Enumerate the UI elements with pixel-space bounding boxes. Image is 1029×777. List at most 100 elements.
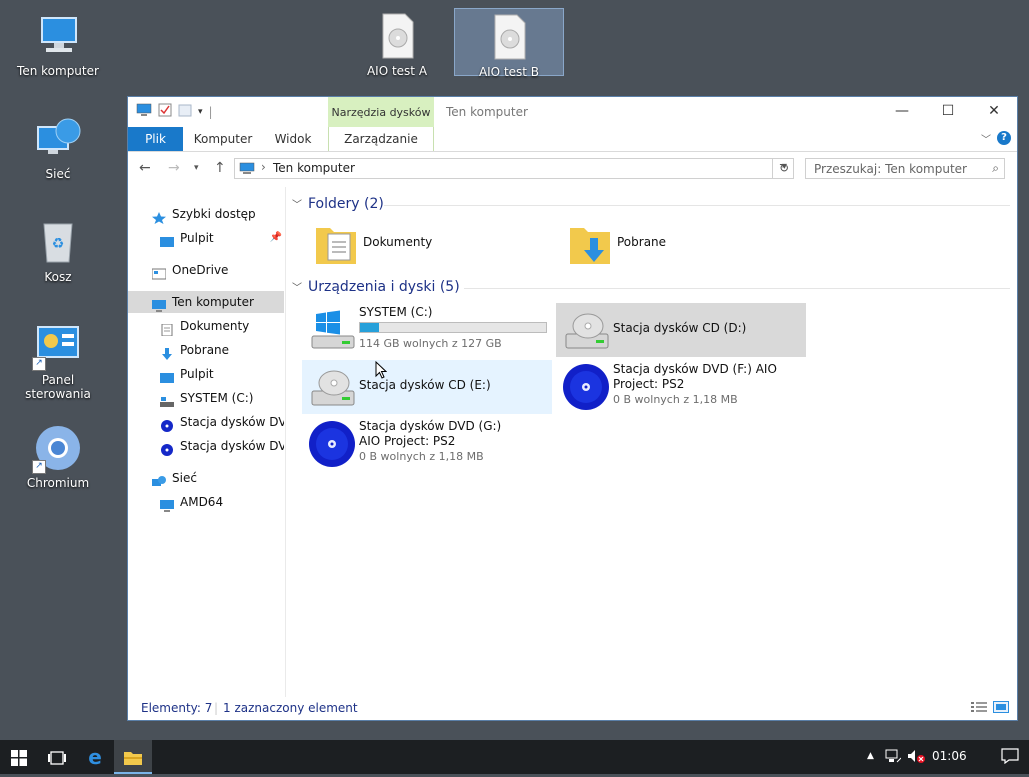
drive-tile-system-c[interactable]: SYSTEM (C:) 114 GB wolnych z 127 GB [302,303,552,357]
desktop-icon-label: Sieć [45,167,71,181]
drive-tile-cd-e[interactable]: Stacja dysków CD (E:) [302,360,552,414]
svg-text:♻: ♻ [52,236,65,252]
dvd-disc-icon [562,363,610,411]
dvd-disc-icon [160,441,174,456]
address-path: Ten komputer [273,161,355,175]
desktop-icon-chromium[interactable]: ↗ Chromium [13,424,103,490]
breadcrumb-chevron-icon[interactable]: › [261,160,266,174]
desktop-icon-network[interactable]: Sieć [13,115,103,181]
drive-tile-dvd-g[interactable]: Stacja dysków DVD (G:) AIO Project: PS2 … [302,417,552,471]
collapse-chevron-icon[interactable]: ﹀ [292,200,302,211]
maximize-button[interactable]: ☐ [925,97,971,127]
group-header-devices[interactable]: ﹀ Urządzenia i dyski (5) [292,279,460,295]
search-icon[interactable]: ⌕ [992,161,999,176]
nav-item-dvd-g[interactable]: Stacja dysków DVD [160,435,284,457]
desktop-icon-this-pc[interactable]: Ten komputer [13,12,103,78]
address-bar[interactable]: › Ten komputer ▾ [234,158,794,179]
control-panel-icon: ↗ [32,321,82,371]
desktop-folder-icon [160,233,174,247]
drive-tile-dvd-f[interactable]: Stacja dysków DVD (F:) AIO Project: PS2 … [556,360,806,414]
nav-item-network[interactable]: Sieć [152,467,197,489]
dvd-disc-icon [308,420,356,468]
desktop-icon-control-panel[interactable]: ↗ Panel sterowania [13,321,103,401]
tab-view[interactable]: Widok [268,127,318,151]
back-arrow-icon[interactable]: ← [139,160,151,176]
desktop-icon-label: Ten komputer [17,64,99,78]
drive-usage-fill [360,323,379,332]
nav-item-this-pc[interactable]: Ten komputer [128,291,284,313]
folder-tile-documents[interactable]: Dokumenty [306,217,556,271]
drive-tile-cd-d[interactable]: Stacja dysków CD (D:) [556,303,806,357]
desktop-folder-icon [160,369,174,383]
file-explorer-taskbar-button[interactable] [114,740,152,774]
network-icon [152,473,166,486]
customize-toolbar-icon[interactable]: ▾ [198,107,203,117]
details-view-icon[interactable] [971,701,987,716]
nav-item-desktop[interactable]: Pulpit [160,363,214,385]
tab-computer[interactable]: Komputer [188,127,258,151]
desktop-icon-label: Chromium [26,476,90,490]
documents-folder-icon [312,220,360,268]
refresh-icon[interactable]: ↻ [772,158,795,179]
properties-icon[interactable] [158,103,172,120]
edge-taskbar-button[interactable]: e [76,740,114,774]
dvd-disc-icon [160,417,174,432]
pin-icon: 📌 [269,232,282,243]
search-box[interactable]: ⌕ [805,158,1005,179]
computer-icon [152,297,166,312]
help-button[interactable]: ? [997,131,1011,145]
tile-detail: 114 GB wolnych z 127 GB [359,337,502,350]
collapse-chevron-icon[interactable]: ﹀ [292,283,302,294]
desktop-icon-aio-test-b[interactable]: AIO test B [454,8,564,79]
tab-manage[interactable]: Zarządzanie [328,127,434,151]
start-button[interactable] [0,740,38,774]
nav-item-downloads[interactable]: Pobrane [160,339,229,361]
tile-name: SYSTEM (C:) [359,305,433,319]
desktop-icon-aio-test-a[interactable]: AIO test A [352,12,442,78]
status-separator: | [214,701,219,715]
nav-item-quick-access[interactable]: Szybki dostęp [152,203,256,225]
nav-item-system-c[interactable]: SYSTEM (C:) [160,387,253,409]
pane-splitter[interactable] [285,187,286,697]
new-folder-icon[interactable] [178,103,192,120]
clock[interactable]: 01:06 [932,749,967,763]
folder-icon [124,750,142,765]
status-bar: Elementy: 7 | 1 zaznaczony element [128,696,1017,720]
ribbon-expand-chevron-icon[interactable]: ﹀ [981,131,991,146]
desktop-icon-recycle-bin[interactable]: ♻ Kosz [13,218,103,284]
folder-tile-downloads[interactable]: Pobrane [560,217,810,271]
star-icon [152,209,166,224]
network-status-icon[interactable] [885,749,902,766]
system-tray: ▲ 01:06 [859,740,1029,774]
large-icons-view-icon[interactable] [993,701,1009,716]
nav-item-desktop-pinned[interactable]: Pulpit 📌 [160,227,284,249]
group-header-folders[interactable]: ﹀ Foldery (2) [292,196,384,212]
chromium-icon: ↗ [32,424,82,474]
drive-usage-bar [359,322,547,333]
minimize-button[interactable]: — [879,97,925,127]
tile-name: Stacja dysków CD (E:) [359,378,491,392]
download-arrow-icon [160,345,174,360]
task-view-button[interactable] [38,740,76,774]
recent-locations-chevron-icon[interactable]: ▾ [194,163,199,173]
nav-item-amd64[interactable]: AMD64 [160,491,223,513]
disc-image-file-icon [373,12,421,60]
close-button[interactable]: ✕ [971,97,1017,127]
up-arrow-icon[interactable]: ↑ [214,160,226,176]
computer-icon [160,497,174,512]
action-center-icon[interactable] [1001,748,1019,767]
tab-file[interactable]: Plik [128,127,183,151]
title-bar: ▾ | Narzędzia dysków Ten komputer — ☐ ✕ [128,97,1017,127]
nav-item-documents[interactable]: Dokumenty [160,315,249,337]
show-hidden-icons-chevron-icon[interactable]: ▲ [867,751,874,761]
nav-item-onedrive[interactable]: OneDrive [152,259,228,281]
recycle-bin-icon: ♻ [34,218,82,266]
search-input[interactable] [812,159,986,179]
nav-item-dvd-f[interactable]: Stacja dysków DVD [160,411,284,433]
forward-arrow-icon[interactable]: → [168,160,180,176]
window-title: Ten komputer [446,105,528,119]
computer-icon [34,12,82,60]
shortcut-arrow-icon: ↗ [32,460,46,474]
windows-logo-icon [11,749,27,766]
volume-muted-icon[interactable] [907,749,925,766]
